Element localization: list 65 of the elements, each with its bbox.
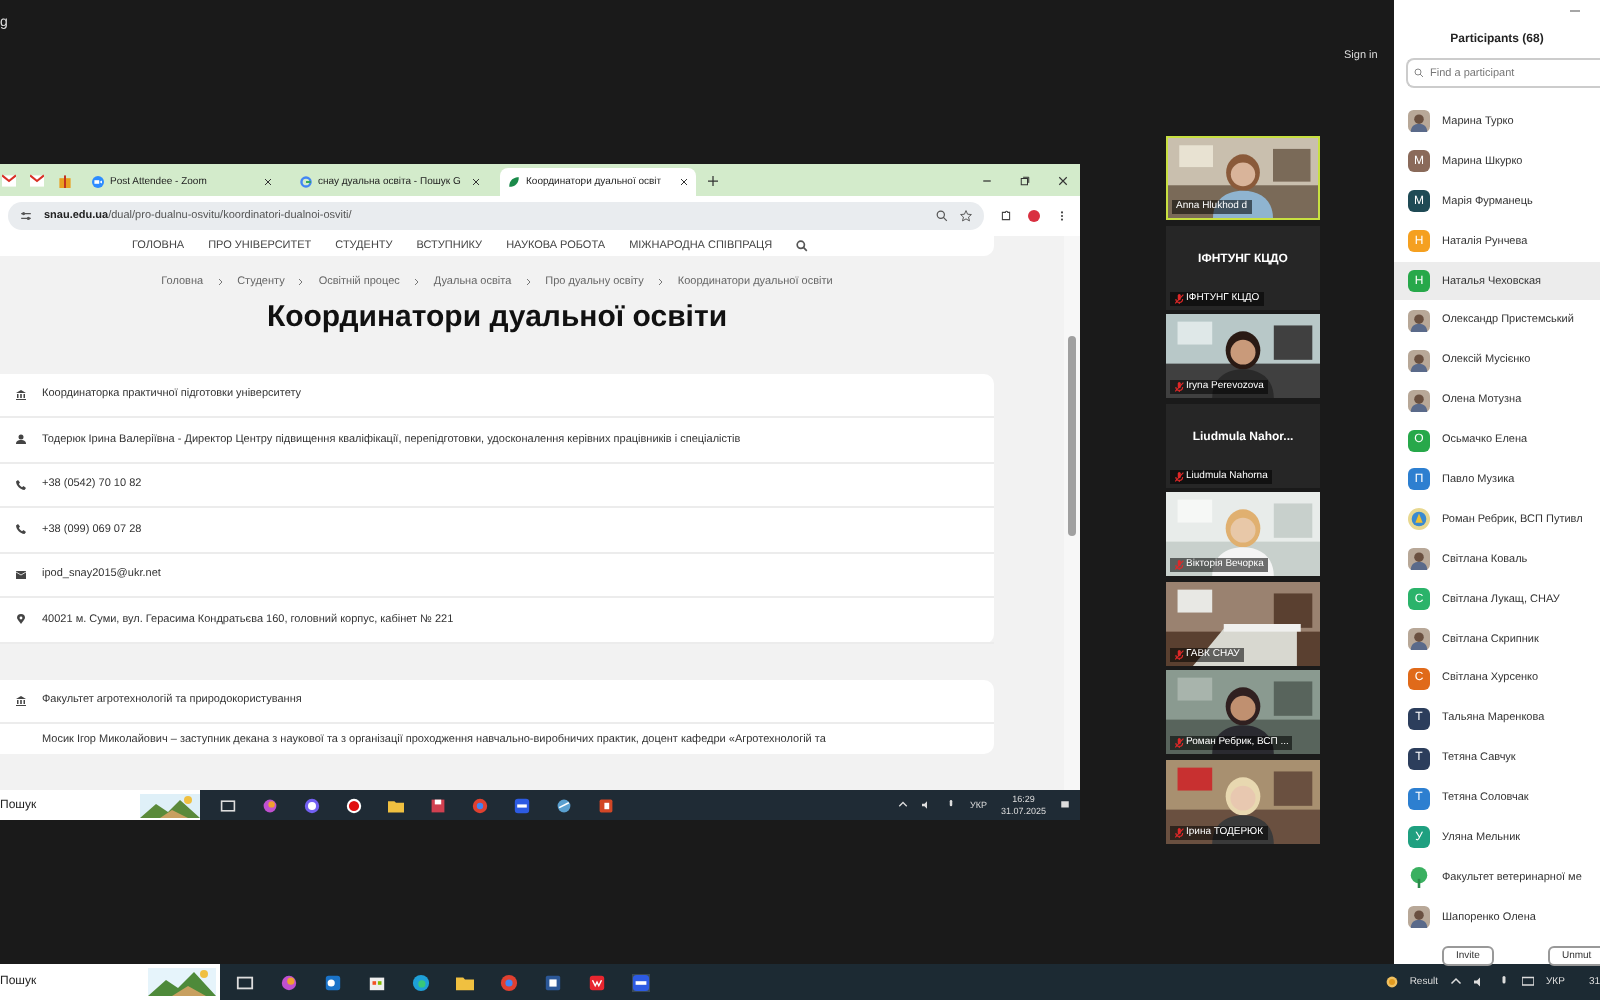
caret-icon[interactable] (897, 800, 908, 810)
tree-icon (1408, 866, 1430, 889)
record-icon[interactable] (346, 797, 362, 813)
envelope-icon[interactable] (2, 173, 16, 187)
video-app-icon[interactable] (514, 797, 530, 813)
puzzle-icon[interactable] (1000, 210, 1012, 222)
app-icon[interactable] (588, 973, 606, 991)
location-pin-icon (16, 614, 26, 625)
plus-icon[interactable] (708, 175, 718, 185)
chat-icon[interactable] (304, 797, 320, 813)
floppy-icon[interactable] (430, 797, 446, 813)
task-view-icon[interactable] (236, 973, 254, 991)
camera-icon (92, 176, 104, 188)
gift-icon[interactable] (58, 173, 72, 187)
browser-icon[interactable] (412, 973, 430, 991)
folder-icon[interactable] (388, 797, 404, 813)
person-avatar-icon (1408, 389, 1430, 412)
speaker-icon[interactable] (1474, 976, 1486, 988)
monitor-icon[interactable] (1522, 976, 1534, 988)
app-icon[interactable] (280, 973, 298, 991)
person-avatar-icon (1408, 349, 1430, 372)
institution-icon (16, 389, 26, 400)
zoom-icon[interactable] (936, 210, 948, 222)
emblem-icon (1408, 508, 1430, 531)
person-avatar-icon (1408, 906, 1430, 929)
envelope-icon[interactable] (30, 173, 44, 187)
sun-icon[interactable] (1385, 976, 1398, 988)
institution-icon (16, 695, 26, 706)
close-icon[interactable] (1058, 175, 1068, 185)
store-icon[interactable] (368, 973, 386, 991)
close-icon[interactable] (680, 178, 688, 186)
page-title: Координатори дуальної освіти (264, 297, 730, 337)
close-icon[interactable] (264, 178, 272, 186)
scrollbar-thumb[interactable] (1068, 336, 1076, 536)
app-icon[interactable] (262, 797, 278, 813)
restore-icon[interactable] (1020, 175, 1030, 185)
notification-icon[interactable] (1060, 800, 1070, 810)
star-icon[interactable] (960, 210, 972, 222)
g-logo-icon (300, 176, 312, 188)
slides-app-icon[interactable] (598, 797, 614, 813)
sliders-icon (20, 210, 32, 222)
avatar-icon[interactable] (1028, 210, 1040, 222)
caret-icon[interactable] (1450, 976, 1462, 988)
folder-icon[interactable] (456, 973, 474, 991)
browser-icon[interactable] (500, 973, 518, 991)
phone-icon (16, 479, 26, 490)
close-icon[interactable] (472, 178, 480, 186)
search-icon (1414, 68, 1424, 78)
document-app-icon[interactable] (544, 973, 562, 991)
person-avatar-icon (1408, 548, 1430, 571)
phone-icon (16, 524, 26, 535)
speaker-icon[interactable] (921, 800, 932, 810)
person-avatar-icon (1408, 110, 1430, 133)
task-view-icon[interactable] (220, 797, 236, 813)
envelope-icon (16, 569, 26, 580)
person-icon (16, 434, 26, 445)
app-icon[interactable] (556, 797, 572, 813)
leaf-icon (508, 176, 520, 188)
mail-app-icon[interactable] (324, 973, 342, 991)
person-avatar-icon (1408, 628, 1430, 651)
person-avatar-icon (1408, 309, 1430, 332)
minimize-icon[interactable] (982, 175, 992, 185)
search-icon[interactable] (796, 239, 809, 252)
browser-icon[interactable] (472, 797, 488, 813)
video-app-icon[interactable] (632, 973, 650, 991)
